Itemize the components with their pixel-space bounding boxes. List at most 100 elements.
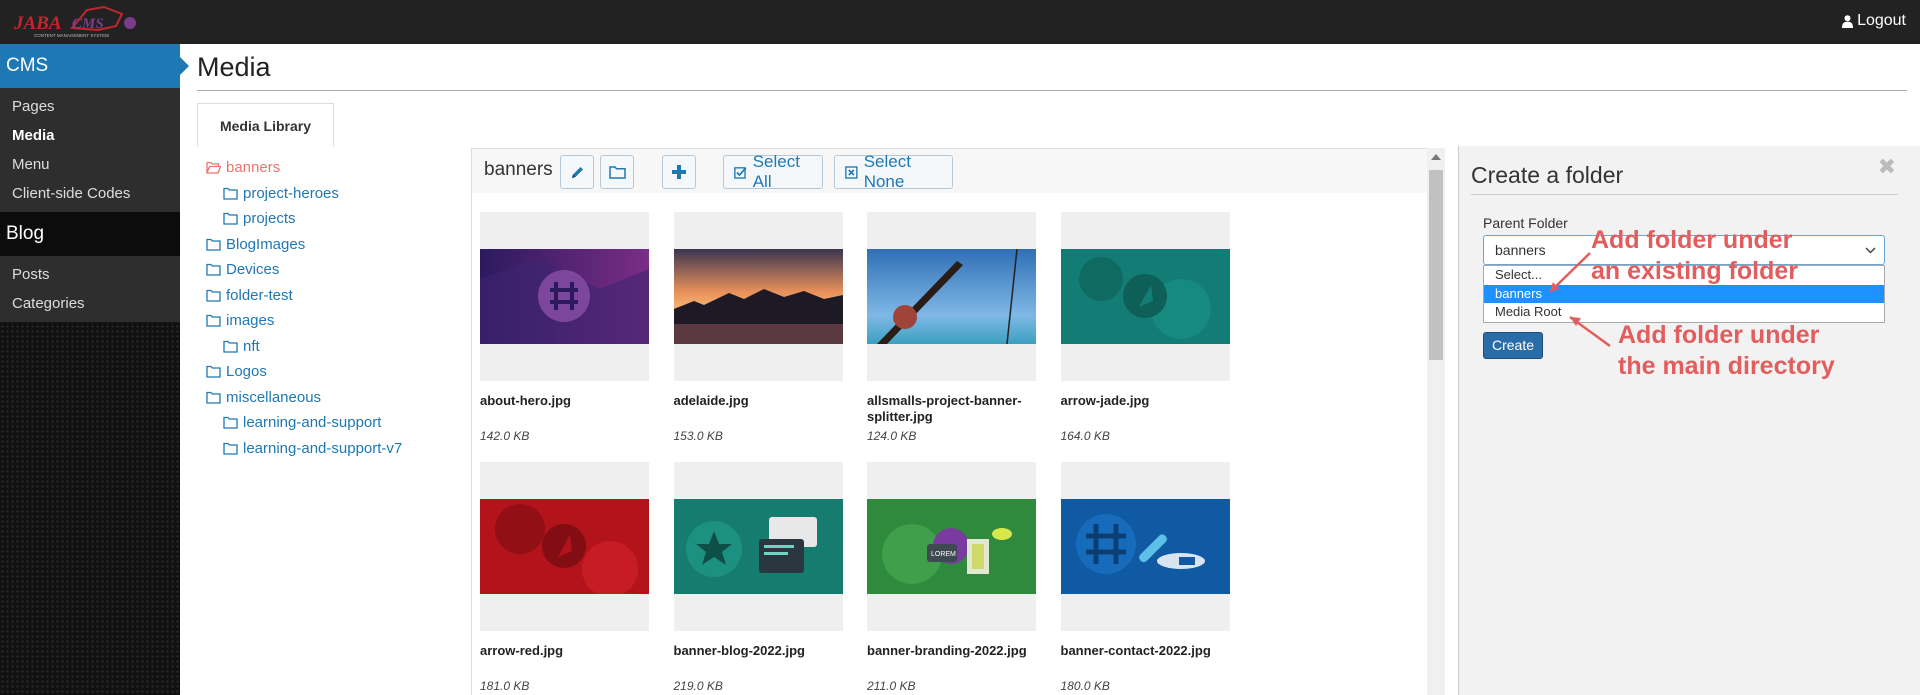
create-folder-divider [1471, 194, 1898, 195]
option-media-root[interactable]: Media Root [1484, 303, 1884, 322]
tree-folder[interactable]: folder-test [206, 283, 466, 309]
folder-icon [223, 340, 238, 353]
tree-folder-label: project-heroes [243, 184, 339, 202]
tree-folder-label: learning-and-support [243, 414, 382, 432]
folder-icon [206, 238, 221, 251]
logout-button[interactable]: Logout [1842, 12, 1906, 30]
media-filename: about-hero.jpg [480, 393, 571, 408]
media-filesize: 219.0 KB [673, 679, 723, 693]
tree-folder[interactable]: Devices [206, 257, 466, 283]
folder-icon [223, 187, 238, 200]
tree-folder[interactable]: miscellaneous [206, 385, 466, 411]
browser-scrollbar[interactable] [1427, 148, 1445, 695]
media-item[interactable]: arrow-red.jpg 181.0 KB [480, 462, 649, 693]
parent-folder-label: Parent Folder [1483, 215, 1568, 231]
tree-folder[interactable]: BlogImages [206, 232, 466, 258]
media-thumbnail[interactable] [480, 462, 649, 631]
title-divider [197, 90, 1907, 91]
tree-folder[interactable]: projects [206, 206, 466, 232]
current-folder-name: banners [484, 159, 553, 180]
media-filename: arrow-jade.jpg [1060, 393, 1150, 408]
media-filename: banner-blog-2022.jpg [673, 643, 805, 658]
sidebar-item-posts[interactable]: Posts [0, 260, 180, 289]
media-filesize: 180.0 KB [1060, 679, 1110, 693]
media-thumbnail[interactable] [1060, 212, 1230, 381]
close-icon[interactable]: ✖ [1878, 154, 1896, 180]
logo[interactable]: JABA CMS CONTENT MANAGEMENT SYSTEM [12, 4, 137, 40]
chevron-down-icon [1865, 247, 1876, 254]
tree-folder-label: learning-and-support-v7 [243, 439, 403, 457]
new-folder-button[interactable] [600, 155, 634, 189]
media-image [1060, 249, 1230, 344]
media-filesize: 211.0 KB [867, 679, 916, 693]
media-item[interactable]: allsmalls-project-banner-splitter.jpg 124… [867, 212, 1036, 443]
tree-folder[interactable]: banners [206, 155, 466, 181]
tree-folder[interactable]: learning-and-support-v7 [206, 436, 466, 462]
logout-label: Logout [1857, 12, 1906, 29]
media-item[interactable]: about-hero.jpg 142.0 KB [480, 212, 649, 443]
sidebar-item-client-side-codes[interactable]: Client-side Codes [0, 179, 180, 208]
select-all-label: Select All [752, 152, 800, 191]
tree-folder-label: images [226, 312, 275, 330]
tree-folder-label: projects [243, 210, 296, 228]
media-item[interactable]: arrow-jade.jpg 164.0 KB [1060, 212, 1230, 443]
folder-open-icon [206, 161, 221, 174]
file-browser: banners Select All Select None about-her… [472, 148, 1427, 695]
media-thumbnail[interactable] [1060, 462, 1230, 631]
media-item[interactable]: banner-contact-2022.jpg 180.0 KB [1060, 462, 1230, 693]
tree-folder-label: BlogImages [226, 235, 306, 253]
plus-icon [672, 165, 686, 179]
create-button[interactable]: Create [1483, 332, 1544, 359]
tree-folder[interactable]: learning-and-support [206, 410, 466, 436]
tree-folder-label: banners [226, 159, 281, 177]
media-thumbnail[interactable] [673, 212, 843, 381]
media-image [480, 249, 649, 344]
scroll-up-arrow[interactable] [1431, 154, 1441, 160]
sidebar-item-media[interactable]: Media [0, 121, 180, 150]
rename-folder-button[interactable] [560, 155, 594, 189]
folder-tree: banners project-heroes projects BlogImages D… [206, 155, 466, 461]
tree-folder-label: folder-test [226, 286, 293, 304]
media-image [867, 249, 1036, 344]
sidebar-header-cms[interactable]: CMS [0, 44, 189, 88]
svg-text:LOREM: LOREM [931, 551, 956, 558]
option-banners[interactable]: banners [1484, 284, 1884, 303]
media-item[interactable]: banner-blog-2022.jpg 219.0 KB [673, 462, 843, 693]
sidebar-item-categories[interactable]: Categories [0, 289, 180, 318]
media-filename: banner-branding-2022.jpg [867, 643, 1027, 658]
tree-folder-label: Logos [226, 363, 267, 381]
create-folder-title: Create a folder [1471, 162, 1624, 188]
select-none-button[interactable]: Select None [834, 152, 953, 191]
folder-icon [223, 442, 238, 455]
annotation-existing-folder: Add folder under an existing folder [1591, 226, 1798, 285]
tree-folder[interactable]: nft [206, 334, 466, 360]
media-image [1060, 499, 1230, 594]
top-bar: JABA CMS CONTENT MANAGEMENT SYSTEM Logou… [0, 0, 1920, 44]
media-thumbnail[interactable] [867, 212, 1036, 381]
tree-folder-label: miscellaneous [226, 388, 322, 406]
media-thumbnail[interactable] [480, 212, 649, 381]
media-filesize: 181.0 KB [480, 679, 530, 693]
svg-text:CONTENT MANAGEMENT SYSTEM: CONTENT MANAGEMENT SYSTEM [34, 33, 109, 38]
sidebar-header-blog[interactable]: Blog [0, 212, 180, 256]
sidebar-group-blog: Posts Categories [0, 256, 180, 322]
tree-folder-label: nft [243, 337, 260, 355]
tree-folder[interactable]: project-heroes [206, 181, 466, 207]
sidebar-item-menu[interactable]: Menu [0, 150, 180, 179]
media-image [480, 499, 649, 594]
media-item[interactable]: LOREM banner-branding-2022.jpg 211.0 KB [867, 462, 1036, 693]
media-thumbnail[interactable]: LOREM [867, 462, 1036, 631]
tree-folder[interactable]: images [206, 308, 466, 334]
sidebar-item-pages[interactable]: Pages [0, 92, 180, 121]
tab-media-library[interactable]: Media Library [197, 103, 334, 147]
scroll-thumb[interactable] [1429, 170, 1443, 360]
media-item[interactable]: adelaide.jpg 153.0 KB [673, 212, 843, 443]
annotation-media-root: Add folder under the main directory [1618, 321, 1835, 380]
sidebar: CMS Pages Media Menu Client-side Codes B… [0, 44, 189, 695]
upload-file-button[interactable] [662, 155, 696, 189]
svg-text:JABA: JABA [13, 13, 62, 34]
folder-icon [206, 365, 221, 378]
select-all-button[interactable]: Select All [723, 152, 823, 191]
tree-folder[interactable]: Logos [206, 359, 466, 385]
media-thumbnail[interactable] [673, 462, 843, 631]
